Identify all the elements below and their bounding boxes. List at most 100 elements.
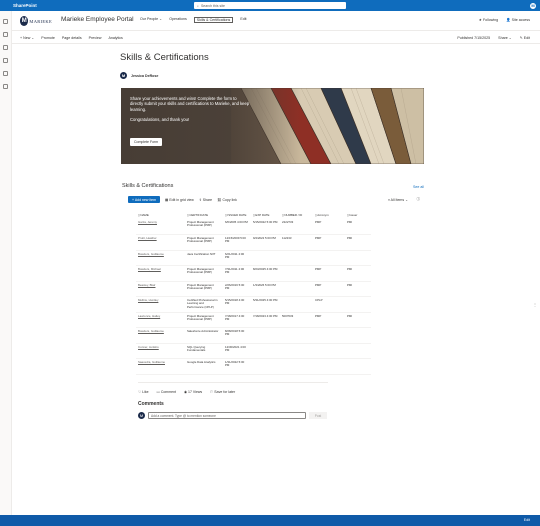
comment-button[interactable]: ▭ Comment [157,390,176,394]
following-button[interactable]: ★ Following [479,18,498,22]
column-header-label: Acronym [317,212,329,217]
analytics-button[interactable]: Analytics [108,36,122,40]
add-icon[interactable] [3,84,8,89]
new-button[interactable]: + New ⌄ [20,36,34,40]
home-icon[interactable] [3,19,8,24]
site-access-button[interactable]: 👤 Site access [506,18,530,22]
views-count: ◉ 17 Views [184,390,203,394]
share-button[interactable]: Share ⌄ [498,36,512,40]
page-details-button[interactable]: Page details [62,36,82,40]
table-cell-d2: 1/3/2026 5:00 PM [251,281,280,297]
copy-link-button[interactable]: ⛓ Copy link [217,198,237,202]
like-button[interactable]: ♡ Like [138,390,149,394]
see-all-link[interactable]: See all [413,185,424,189]
column-header-certificate[interactable]: ▯ CERTIFICATE [185,210,223,219]
promote-button[interactable]: Promote [41,36,55,40]
table-cell-d1: 6/6/2005 4:00 PM [223,219,251,235]
edit-button[interactable]: ✎ Edit [520,36,530,40]
column-header-acronym[interactable]: ▯ Acronym [313,210,345,219]
list-title[interactable]: Skills & Certifications [122,183,173,189]
column-header-issuer[interactable]: ▯ Issuer [345,210,371,219]
column-header-number[interactable]: ▯ NUMBER / ID [280,210,313,219]
files-icon[interactable] [3,58,8,63]
table-cell-d2: 5/31/2025 4:00 PM [251,296,280,313]
column-header-label: CERTIFICATE [189,212,209,217]
filter-icon[interactable]: ⓘ [417,197,421,202]
site-nav: Our People ⌄ Operations Skills & Certifi… [140,17,247,23]
globe-icon[interactable] [3,32,8,37]
hero-text: Share your achievements and wins! Comple… [130,96,250,122]
view-selector-label: All Items ⌄ [390,197,408,202]
table-cell-d1: 7/18/2017 4:00 PM [223,312,251,328]
table-cell-name[interactable]: Conner, Jenkins [136,343,185,359]
site-header: M MARIEKE Marieke Employee Portal Our Pe… [12,11,540,31]
table-cell-d2: 5/15/2022 5:00 PM [251,219,280,235]
search-box[interactable]: ⌕ Search this site [194,2,346,9]
grid-view-button[interactable]: ▦ Edit in grid view [165,198,194,202]
table-row[interactable]: Conner, Jenkins SQL Querying Fundamentals… [136,343,371,359]
page-content: Skills & Certifications M Jessica DeRose [120,50,425,79]
table-row[interactable]: Bowders, Guillaume Salesforce Administrat… [136,327,371,344]
add-new-item-button[interactable]: + Add new item [128,196,161,203]
table-cell-d2 [251,358,280,375]
panel-handle-icon[interactable]: ⋮ [533,302,537,307]
table-cell-name[interactable]: Pruitt, Heather [136,234,185,251]
user-avatar[interactable]: M [529,1,537,10]
table-row[interactable]: Bowders, Guillaume Java Certification NII… [136,250,371,266]
save-for-later-button[interactable]: ⚐ Save for later [210,390,235,394]
nav-edit[interactable]: Edit [240,17,246,23]
comment-label: Comment [160,390,176,394]
table-row[interactable]: Beasley, Blair Project Management Profess… [136,281,371,297]
news-icon[interactable] [3,45,8,50]
table-cell-name[interactable]: Saavedra, Guillaume [136,358,185,375]
column-header-exp-date[interactable]: ▯ EXP DATE [251,210,280,219]
table-row[interactable]: Mullins, Huntley Certified Professional i… [136,296,371,313]
table-cell-name[interactable]: Bowders, Guillaume [136,327,185,344]
preview-button[interactable]: Preview [89,36,102,40]
table-header-row: ▯ NAME ▯ CERTIFICATE ▯ ISSUED DATE ▯ EXP… [136,210,371,219]
table-cell-name[interactable]: Mullins, Huntley [136,296,185,313]
column-header-label: Issuer [349,212,358,217]
view-selector[interactable]: ≡ All Items ⌄ [388,198,408,202]
column-header-name[interactable]: ▯ NAME [136,210,185,219]
table-cell-num [280,358,313,375]
table-cell-iss [345,250,371,266]
table-cell-name[interactable]: Beasley, Blair [136,281,185,297]
table-cell-d2: 9/4/2022 5:00 PM [251,234,280,251]
comments-title: Comments [138,401,164,407]
complete-form-button[interactable]: Complete Form [130,138,163,146]
list-share-button[interactable]: ⇪ Share [199,198,212,202]
table-row[interactable]: Bowders, Michael Project Management Profe… [136,265,371,282]
table-cell-iss: PMI [345,281,371,297]
column-header-issued-date[interactable]: ▯ ISSUED DATE [223,210,251,219]
lists-icon[interactable] [3,71,8,76]
table-cell-num: 5007633 [280,312,313,328]
table-cell-name[interactable]: Bowders, Guillaume [136,250,185,266]
table-cell-d2: 7/18/2023 4:00 PM [251,312,280,328]
nav-our-people[interactable]: Our People ⌄ [140,17,162,23]
post-button[interactable]: Post [309,412,327,419]
table-cell-num: 2222733 [280,219,313,235]
app-name[interactable]: SharePoint [13,3,37,8]
table-row[interactable]: Lawrence, Hailey Project Management Profe… [136,312,371,328]
logo-text: MARIEKE [29,18,52,24]
table-cell-name[interactable]: Bowders, Michael [136,265,185,282]
table-row[interactable]: Pruitt, Heather Project Management Profes… [136,234,371,251]
site-logo[interactable]: M MARIEKE [20,15,52,27]
left-rail [0,11,12,515]
footer-edit-button[interactable]: Edit [524,518,530,522]
site-title[interactable]: Marieke Employee Portal [61,16,134,23]
table-row[interactable]: Saavedra, Guillaume Google Data Analytics… [136,358,371,375]
table-cell-d2: 8/23/2025 4:00 PM [251,265,280,282]
table-cell-acc [313,358,345,375]
nav-skills-certifications[interactable]: Skills & Certifications [193,17,234,23]
table-cell-acc: PMP [313,312,345,328]
table-cell-name[interactable]: Garza, Jeremy [136,219,185,235]
table-row[interactable]: Garza, Jeremy Project Management Professi… [136,219,371,235]
table-cell-d2 [251,327,280,344]
author-name[interactable]: Jessica DeRose [131,74,158,78]
table-cell-name[interactable]: Lawrence, Hailey [136,312,185,328]
list-command-bar: + Add new item ▦ Edit in grid view ⇪ Sha… [128,195,422,204]
nav-operations[interactable]: Operations [169,17,187,23]
comment-input[interactable]: Add a comment. Type @ to mention someone [148,412,306,419]
